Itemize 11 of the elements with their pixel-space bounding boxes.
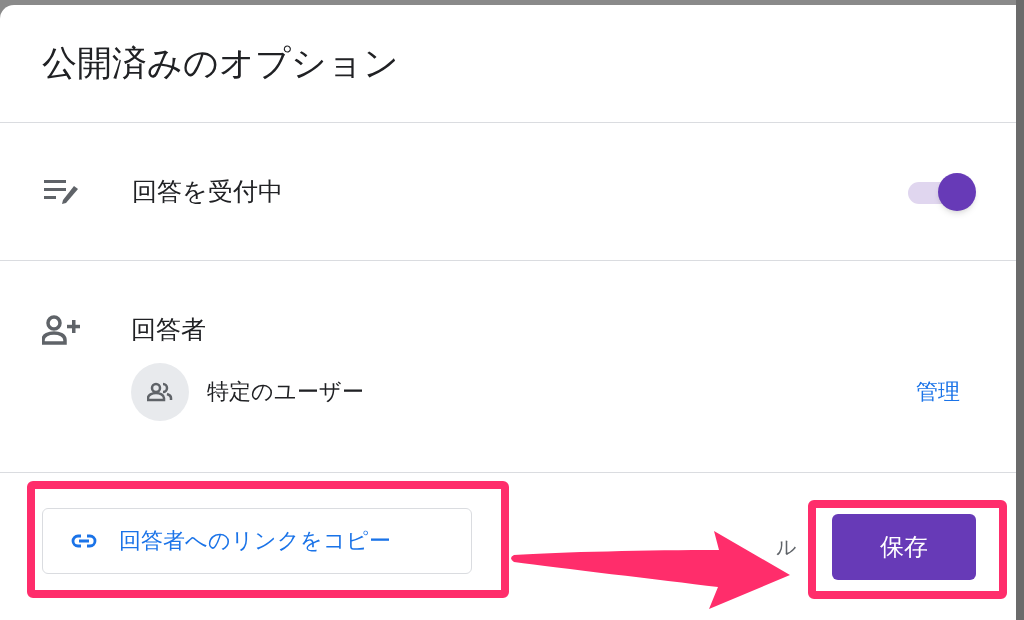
save-button[interactable]: 保存 [832,513,976,580]
toggle-switch[interactable] [906,171,976,212]
cancel-button-text[interactable]: ル [776,531,796,562]
edit-list-icon [44,177,80,206]
audience-label: 特定のユーザー [207,378,364,406]
link-icon [71,533,97,548]
copy-link-button[interactable]: 回答者へのリンクをコピー [42,507,472,574]
accepting-label: 回答を受付中 [132,175,283,207]
manage-link[interactable]: 管理 [916,375,960,408]
dialog-title: 公開済みのオプション [42,42,399,85]
respondents-label: 回答者 [131,314,206,345]
